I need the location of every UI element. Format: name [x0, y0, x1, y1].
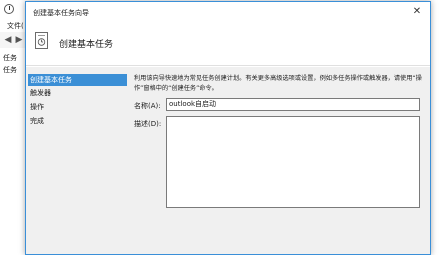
- create-basic-task-wizard: 创建基本任务向导 ✕ 创建基本任务 创建基本任务 触发器 操作 完成 利用该向导…: [25, 1, 431, 255]
- dialog-header: 创建基本任务: [26, 22, 430, 66]
- task-name-input[interactable]: outlook自启动: [166, 98, 420, 111]
- task-description-input[interactable]: [166, 116, 420, 208]
- dialog-header-title: 创建基本任务: [59, 40, 114, 50]
- step-create-basic-task[interactable]: 创建基本任务: [28, 74, 127, 86]
- step-finish[interactable]: 完成: [28, 115, 127, 127]
- dialog-title: 创建基本任务向导: [33, 9, 89, 17]
- wizard-description: 利用该向导快速地为常见任务创建计划。有关更多高级选项或设置，例如多任务操作或触发…: [134, 75, 422, 92]
- description-label: 描述(D):: [134, 120, 162, 128]
- tree-item-task-scheduler[interactable]: 任务: [3, 53, 17, 63]
- name-label: 名称(A):: [134, 102, 161, 110]
- close-icon[interactable]: ✕: [408, 5, 426, 19]
- dialog-body: 创建基本任务 触发器 操作 完成 利用该向导快速地为常见任务创建计划。有关更多高…: [26, 67, 430, 254]
- tree-item-task-library[interactable]: 任务: [3, 65, 17, 75]
- step-action[interactable]: 操作: [28, 101, 127, 113]
- step-trigger[interactable]: 触发器: [28, 87, 127, 99]
- menu-file[interactable]: 文件(: [7, 21, 24, 31]
- task-wizard-icon: [35, 32, 48, 49]
- dialog-titlebar: 创建基本任务向导 ✕: [26, 2, 430, 22]
- back-arrow-icon[interactable]: ◀: [3, 35, 13, 45]
- forward-arrow-icon[interactable]: ▶: [14, 35, 24, 45]
- task-scheduler-clock-icon: [4, 4, 14, 14]
- wizard-steps: 创建基本任务 触发器 操作 完成: [26, 67, 129, 254]
